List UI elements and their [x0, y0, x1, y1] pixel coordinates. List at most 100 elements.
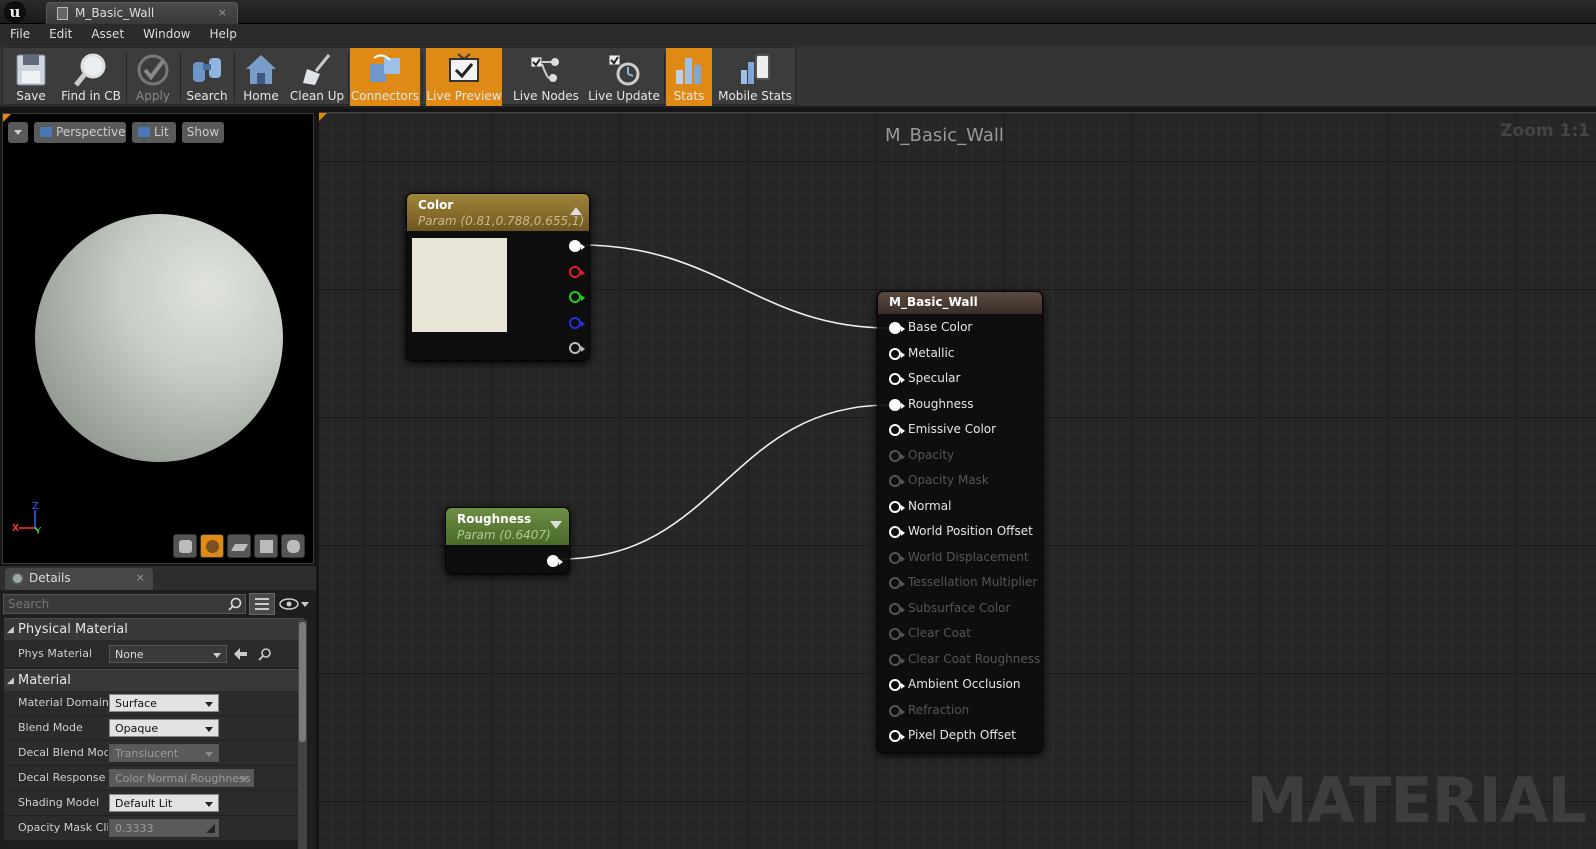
wire-color-to-base-color[interactable] [580, 244, 890, 329]
input-pin-clear-coat: Clear Coat [878, 622, 1042, 647]
pin-label: Roughness [908, 397, 974, 411]
output-pin-g[interactable] [569, 291, 585, 303]
material-domain-dropdown[interactable]: Surface [109, 694, 219, 712]
apply-button[interactable]: Apply [128, 48, 178, 106]
blend-mode-dropdown[interactable]: Opaque [109, 719, 219, 737]
pin-connector[interactable] [889, 501, 905, 513]
input-pin-pixel-depth-offset[interactable]: Pixel Depth Offset [878, 724, 1042, 749]
output-pin-r[interactable] [569, 266, 585, 278]
details-tab-label: Details [29, 571, 71, 585]
input-pin-ambient-occlusion[interactable]: Ambient Occlusion [878, 673, 1042, 698]
output-pin-rgb[interactable] [569, 240, 585, 252]
menu-file[interactable]: File [2, 24, 38, 46]
pin-connector[interactable] [889, 526, 905, 538]
collapse-up-icon[interactable] [570, 207, 582, 215]
pin-connector[interactable] [889, 322, 905, 334]
output-pin-a[interactable] [569, 342, 585, 354]
pin-label: Specular [908, 371, 961, 385]
use-selected-arrow-icon[interactable] [234, 648, 248, 660]
property-row-decal-response: Decal Response ( Color Normal Roughness [4, 766, 304, 791]
decal-response-dropdown[interactable]: Color Normal Roughness [109, 769, 254, 787]
menu-window[interactable]: Window [135, 24, 198, 46]
connectors-button[interactable]: Connectors [350, 48, 420, 106]
decal-blend-mode-dropdown[interactable]: Translucent [109, 744, 219, 762]
details-scrollbar[interactable] [298, 620, 307, 849]
preview-plane-button[interactable] [227, 534, 251, 558]
live-nodes-button[interactable]: Live Nodes [508, 48, 584, 106]
shading-model-dropdown[interactable]: Default Lit [109, 794, 219, 812]
sphere-icon [206, 540, 219, 553]
close-icon[interactable]: × [218, 6, 227, 19]
show-button[interactable]: Show [182, 122, 224, 143]
document-tab[interactable]: M_Basic_Wall × [46, 2, 238, 24]
category-material[interactable]: ◢ Material [4, 669, 304, 691]
pin-connector[interactable] [889, 679, 905, 691]
cylinder-icon [179, 540, 192, 553]
wire-roughness-to-roughness[interactable] [560, 404, 890, 560]
input-pin-normal[interactable]: Normal [878, 495, 1042, 520]
property-value: Opaque [115, 722, 159, 735]
pin-connector[interactable] [889, 399, 905, 411]
output-pin-value[interactable] [547, 555, 563, 567]
stats-button[interactable]: Stats [666, 48, 712, 106]
input-pin-specular[interactable]: Specular [878, 367, 1042, 392]
live-preview-button[interactable]: Live Preview [426, 48, 502, 106]
preview-custom-mesh-button[interactable] [281, 534, 305, 558]
material-result-node[interactable]: M_Basic_Wall Base Color Metallic Specula… [877, 291, 1043, 753]
property-value: Default Lit [115, 797, 173, 810]
input-pin-metallic[interactable]: Metallic [878, 342, 1042, 367]
search-button[interactable]: Search [182, 48, 232, 106]
pin-connector[interactable] [889, 373, 905, 385]
preview-cube-button[interactable] [254, 534, 278, 558]
pin-connector[interactable] [889, 424, 905, 436]
input-pin-world-displacement: World Displacement [878, 546, 1042, 571]
collapse-down-icon[interactable] [550, 521, 562, 529]
menu-edit[interactable]: Edit [41, 24, 80, 46]
teapot-icon [287, 540, 300, 553]
mobile-stats-button[interactable]: Mobile Stats [716, 48, 794, 106]
details-search-input[interactable] [3, 594, 246, 614]
details-tab[interactable]: Details × [5, 568, 153, 590]
pin-label: Clear Coat [908, 626, 971, 640]
menu-help[interactable]: Help [201, 24, 244, 46]
viewport-options-button[interactable] [8, 122, 28, 143]
input-pin-world-position-offset[interactable]: World Position Offset [878, 520, 1042, 545]
preview-viewport[interactable]: Perspective Lit Show Z Y [2, 113, 314, 564]
input-pin-emissive-color[interactable]: Emissive Color [878, 418, 1042, 443]
live-update-button[interactable]: Live Update [586, 48, 662, 106]
chevron-down-icon [205, 752, 213, 757]
property-value: Translucent [115, 747, 179, 760]
close-icon[interactable]: × [136, 571, 145, 584]
phys-material-dropdown[interactable]: None [109, 645, 227, 663]
input-pin-opacity: Opacity [878, 444, 1042, 469]
preview-sphere-button[interactable] [200, 534, 224, 558]
preview-cylinder-button[interactable] [173, 534, 197, 558]
view-options-button[interactable] [279, 594, 313, 614]
details-gear-icon [11, 572, 24, 585]
pin-label: Emissive Color [908, 422, 997, 436]
material-graph-canvas[interactable]: M_Basic_Wall Zoom 1:1 MATERIAL Color Par… [319, 112, 1596, 849]
pin-label: World Displacement [908, 550, 1029, 564]
pin-connector[interactable] [889, 730, 905, 742]
output-pin-b[interactable] [569, 317, 585, 329]
input-pin-base-color[interactable]: Base Color [878, 316, 1042, 341]
find-in-cb-button[interactable]: Find in CB [59, 48, 123, 106]
home-button[interactable]: Home [236, 48, 286, 106]
save-button[interactable]: Save [5, 48, 57, 106]
browse-search-icon[interactable] [258, 647, 272, 661]
perspective-button[interactable]: Perspective [34, 122, 126, 143]
roughness-param-node[interactable]: Roughness Param (0.6407) [445, 507, 570, 574]
color-param-node[interactable]: Color Param (0.81,0.788,0.655,1) [406, 193, 590, 361]
input-pin-roughness[interactable]: Roughness [878, 393, 1042, 418]
category-physical-material[interactable]: ◢ Physical Material [4, 618, 304, 640]
pin-connector [889, 475, 905, 487]
pin-connector[interactable] [889, 348, 905, 360]
scrollbar-thumb[interactable] [299, 622, 306, 742]
menu-asset[interactable]: Asset [83, 24, 132, 46]
list-view-button[interactable] [249, 593, 275, 615]
opacity-mask-clip-input[interactable]: 0.3333 [109, 819, 219, 837]
expand-triangle-icon: ◢ [7, 625, 14, 635]
lit-button[interactable]: Lit [132, 122, 176, 143]
pin-connector [889, 603, 905, 615]
clean-up-button[interactable]: Clean Up [288, 48, 346, 106]
